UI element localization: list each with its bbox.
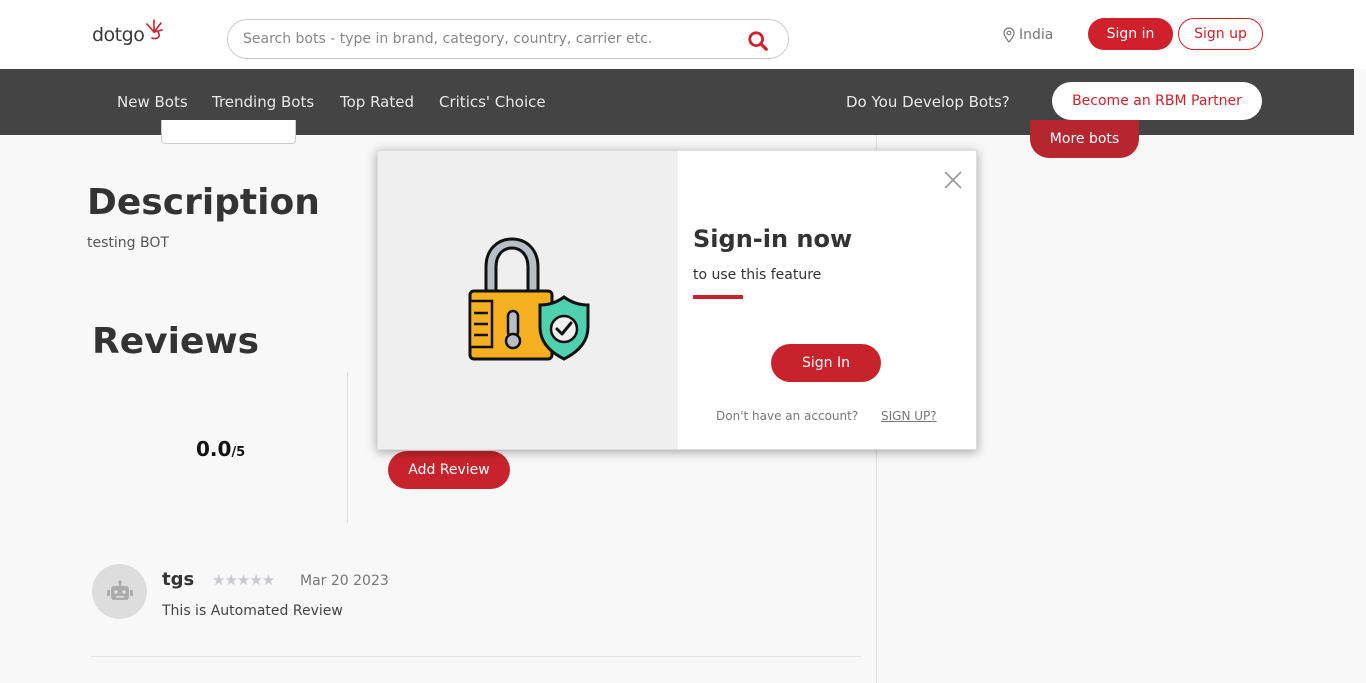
modal-title: Sign-in now — [693, 225, 853, 253]
modal-subtitle: to use this feature — [693, 267, 822, 283]
review-username: tgs — [162, 569, 195, 590]
logo-spark-icon — [146, 19, 163, 40]
bot-image-partial — [161, 120, 296, 144]
modal-signin-button[interactable]: Sign In — [771, 344, 881, 382]
header-signin-button[interactable]: Sign in — [1088, 18, 1173, 50]
map-pin-icon — [1003, 27, 1015, 43]
review-divider — [91, 656, 861, 657]
dotgo-logo[interactable]: dotgo — [92, 18, 163, 52]
top-header: dotgo India Sign in Sign up — [0, 0, 1366, 69]
develop-bots-text: Do You Develop Bots? — [846, 93, 1010, 111]
search-input[interactable] — [243, 20, 733, 58]
nav-new-bots[interactable]: New Bots — [117, 93, 188, 111]
search-icon[interactable] — [747, 30, 769, 52]
location-selector[interactable]: India — [1003, 25, 1053, 45]
description-text: testing BOT — [87, 235, 169, 251]
robot-icon — [106, 579, 133, 600]
review-stars: ★★★★★ — [212, 571, 275, 589]
rating-max: /5 — [231, 445, 246, 460]
avatar — [92, 564, 147, 619]
search-bar — [227, 19, 789, 59]
logo-text: dotgo — [92, 24, 145, 46]
modal-accent-line — [693, 295, 743, 299]
review-date: Mar 20 2023 — [300, 573, 389, 589]
no-account-text: Don't have an account? — [716, 409, 859, 423]
rating-value: 0.0 — [196, 437, 232, 461]
become-partner-button[interactable]: Become an RBM Partner — [1052, 82, 1262, 120]
header-signup-button[interactable]: Sign up — [1178, 18, 1263, 50]
nav-critics-choice[interactable]: Critics' Choice — [439, 93, 546, 111]
location-label: India — [1019, 27, 1054, 43]
padlock-shield-icon — [468, 237, 590, 361]
more-bots-button[interactable]: More bots — [1030, 120, 1139, 158]
average-rating: 0.0/5 — [196, 437, 245, 461]
modal-illustration-panel — [378, 151, 678, 449]
close-icon[interactable] — [942, 169, 964, 191]
modal-signup-link[interactable]: SIGN UP? — [881, 409, 937, 423]
nav-trending-bots[interactable]: Trending Bots — [212, 93, 314, 111]
review-text: This is Automated Review — [162, 603, 343, 619]
description-heading: Description — [87, 182, 320, 223]
reviews-heading: Reviews — [92, 321, 260, 362]
nav-top-rated[interactable]: Top Rated — [340, 93, 414, 111]
add-review-button[interactable]: Add Review — [388, 451, 510, 489]
rating-divider — [347, 372, 348, 523]
signin-modal: Sign-in now to use this feature Sign In … — [377, 150, 977, 450]
